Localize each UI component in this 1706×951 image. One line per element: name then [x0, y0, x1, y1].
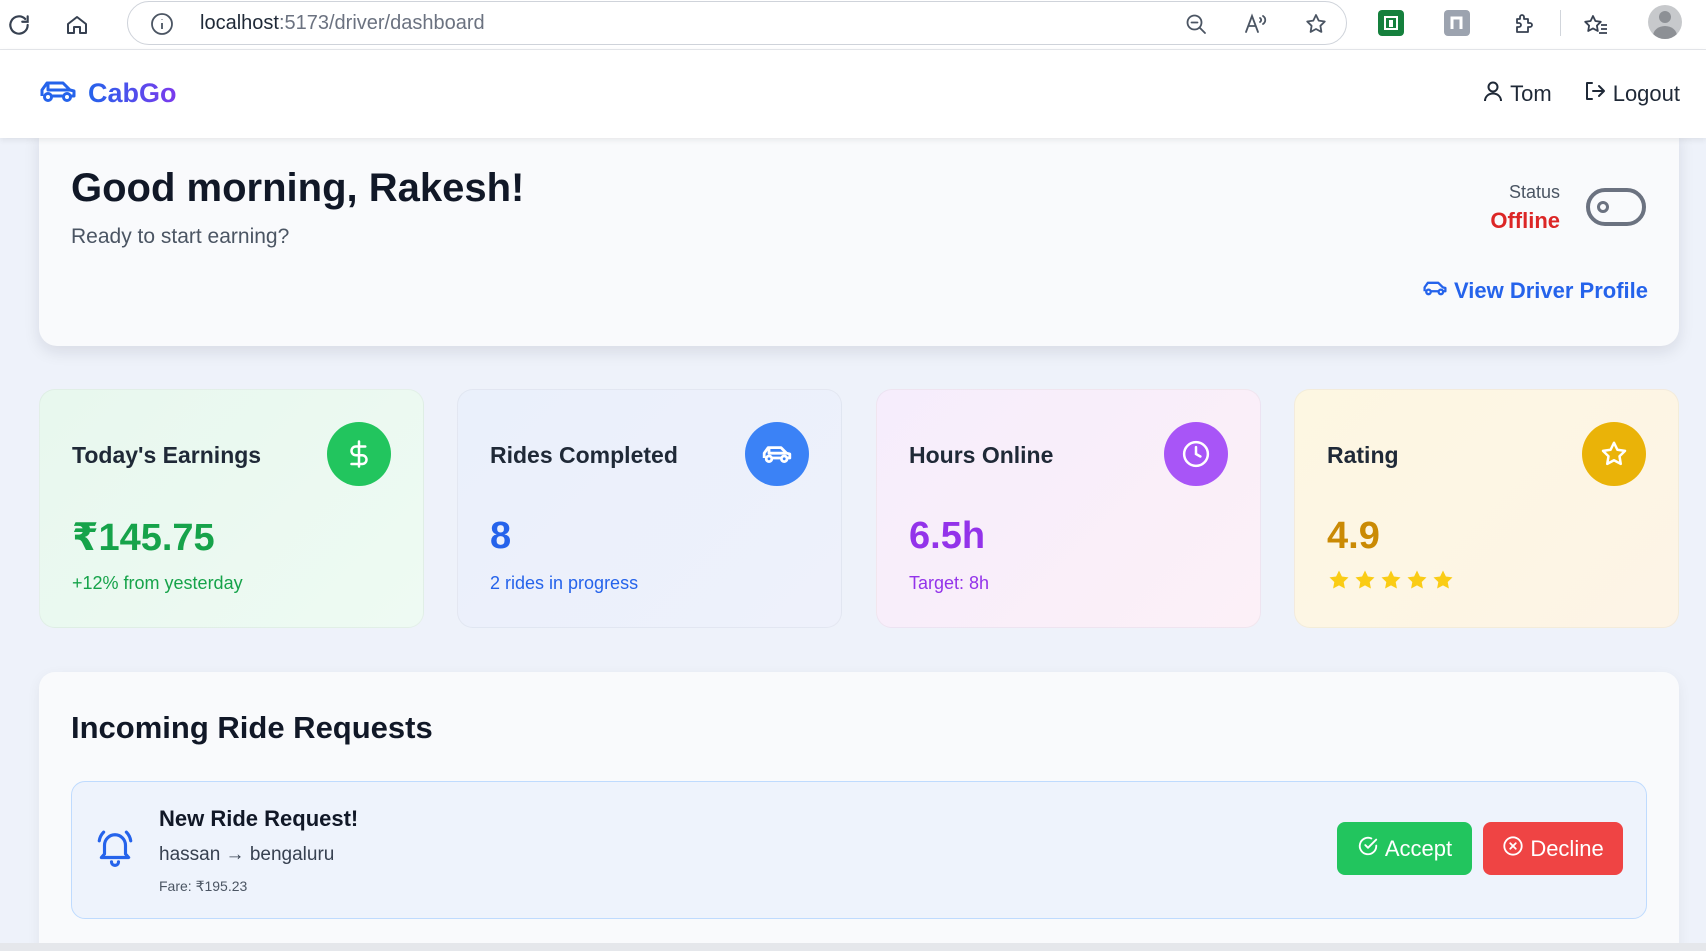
- app-navbar: CabGo Tom Logout: [0, 50, 1706, 138]
- window-bottom-edge: [0, 943, 1706, 951]
- logout-button[interactable]: Logout: [1584, 80, 1680, 108]
- earnings-note: +12% from yesterday: [72, 573, 243, 593]
- rating-stars: [1327, 568, 1455, 592]
- bell-icon: [94, 826, 136, 873]
- address-bar[interactable]: localhost:5173/driver/dashboard: [127, 1, 1347, 45]
- rating-value: 4.9: [1327, 515, 1380, 557]
- earnings-value: ₹145.75: [72, 517, 215, 559]
- reload-icon[interactable]: [2, 8, 36, 42]
- car-icon: [1422, 278, 1448, 304]
- zoom-out-icon[interactable]: [1176, 9, 1216, 39]
- earnings-title: Today's Earnings: [72, 442, 262, 468]
- rating-star-icon: [1355, 570, 1375, 589]
- ride-request-item: New Ride Request! hassan → bengaluru Far…: [71, 781, 1647, 919]
- rides-title: Rides Completed: [490, 442, 678, 468]
- rating-star-icon: [1407, 570, 1427, 589]
- rating-star-icon: [1381, 570, 1401, 589]
- rides-card: Rides Completed 8 2 rides in progress: [457, 389, 842, 628]
- car-icon: [745, 422, 809, 486]
- decline-button[interactable]: Decline: [1483, 822, 1623, 875]
- ride-requests-heading: Incoming Ride Requests: [71, 710, 433, 745]
- url-path: :5173/driver/dashboard: [278, 12, 485, 34]
- request-route: hassan → bengaluru: [159, 844, 335, 865]
- hours-title: Hours Online: [909, 442, 1054, 468]
- accept-label: Accept: [1384, 835, 1453, 861]
- rating-star-icon: [1329, 570, 1349, 589]
- greeting-heading: Good morning, Rakesh!: [71, 166, 525, 210]
- profile-link-label: View Driver Profile: [1453, 278, 1648, 303]
- user-menu[interactable]: Tom: [1483, 80, 1552, 108]
- status-value: Offline: [1490, 208, 1560, 233]
- rating-star-icon: [1433, 570, 1453, 589]
- x-circle-icon: [1502, 835, 1524, 863]
- brand-name: CabGo: [88, 78, 177, 108]
- hours-value: 6.5h: [909, 515, 986, 557]
- read-aloud-icon[interactable]: [1236, 9, 1276, 39]
- logout-icon: [1584, 80, 1606, 108]
- url-text[interactable]: localhost:5173/driver/dashboard: [200, 12, 485, 35]
- star-icon: [1582, 422, 1646, 486]
- browser-profile-avatar[interactable]: [1648, 5, 1682, 39]
- brand-logo[interactable]: CabGo: [38, 76, 177, 111]
- greeting-subtitle: Ready to start earning?: [71, 225, 290, 248]
- extensions-puzzle-icon[interactable]: [1506, 8, 1540, 42]
- user-icon: [1483, 80, 1503, 108]
- logout-label: Logout: [1612, 81, 1680, 106]
- hours-note: Target: 8h: [909, 573, 990, 593]
- view-driver-profile-link[interactable]: View Driver Profile: [1422, 278, 1648, 304]
- rating-card: Rating 4.9: [1294, 389, 1679, 628]
- hours-card: Hours Online 6.5h Target: 8h: [876, 389, 1261, 628]
- request-title: New Ride Request!: [159, 806, 359, 831]
- dollar-icon: [327, 422, 391, 486]
- decline-label: Decline: [1530, 835, 1604, 861]
- user-name: Tom: [1510, 81, 1552, 106]
- rides-note: 2 rides in progress: [490, 573, 639, 593]
- welcome-card: Good morning, Rakesh! Ready to start ear…: [39, 130, 1679, 346]
- site-info-icon[interactable]: [150, 12, 174, 36]
- rides-value: 8: [490, 515, 512, 557]
- browser-toolbar: localhost:5173/driver/dashboard: [0, 0, 1706, 50]
- request-fare: Fare: ₹195.23: [159, 878, 248, 894]
- url-host: localhost: [200, 12, 279, 34]
- toggle-knob: [1597, 201, 1609, 213]
- accept-button[interactable]: Accept: [1337, 822, 1472, 875]
- status-label: Status: [1508, 182, 1560, 202]
- n-extension-icon[interactable]: [1444, 10, 1470, 36]
- clock-icon: [1164, 422, 1228, 486]
- favorite-star-icon[interactable]: [1296, 9, 1336, 39]
- toolbar-divider: [1560, 10, 1561, 36]
- ride-requests-panel: Incoming Ride Requests New Ride Request!…: [39, 672, 1679, 951]
- earnings-card: Today's Earnings ₹145.75 +12% from yeste…: [39, 389, 424, 628]
- green-extension-icon[interactable]: [1378, 10, 1404, 36]
- car-logo-icon: [38, 76, 78, 111]
- check-circle-icon: [1357, 835, 1379, 863]
- online-status-toggle[interactable]: [1586, 188, 1646, 226]
- favorites-icon[interactable]: [1579, 8, 1613, 42]
- home-icon[interactable]: [60, 8, 94, 42]
- rating-title: Rating: [1327, 442, 1399, 468]
